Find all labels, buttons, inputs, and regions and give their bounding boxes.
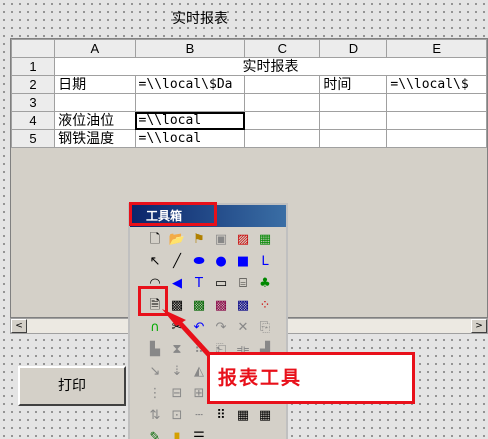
callout-arrow-line — [176, 319, 212, 358]
report-tool-callout: 报表工具 — [207, 352, 415, 404]
